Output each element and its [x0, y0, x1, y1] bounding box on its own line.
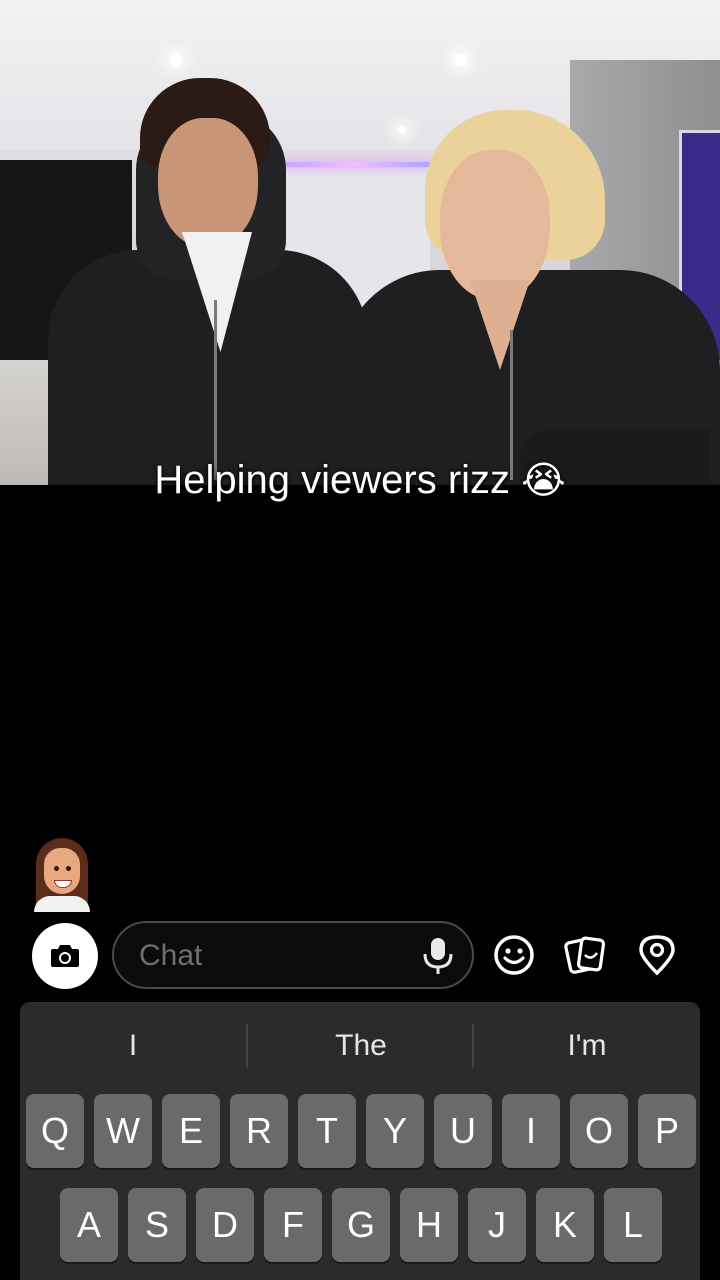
suggestion-item[interactable]: I'm — [474, 1024, 700, 1068]
key-w[interactable]: W — [94, 1094, 152, 1168]
loudly-crying-emoji-icon: 😭 — [521, 460, 566, 502]
key-o[interactable]: O — [570, 1094, 628, 1168]
led-strip — [280, 162, 430, 167]
stickers-icon[interactable] — [563, 933, 607, 977]
suggestion-item[interactable]: The — [248, 1024, 474, 1068]
snap-chat-screen: Helping viewers rizz 😭 Chat I The I'm Q … — [0, 0, 720, 1280]
key-y[interactable]: Y — [366, 1094, 424, 1168]
key-d[interactable]: D — [196, 1188, 254, 1262]
video-frame[interactable] — [0, 0, 720, 485]
key-s[interactable]: S — [128, 1188, 186, 1262]
chat-input[interactable]: Chat — [112, 921, 474, 989]
location-pin-icon[interactable] — [635, 933, 679, 977]
smiley-icon[interactable] — [492, 933, 536, 977]
caption-text: Helping viewers rizz — [154, 458, 511, 502]
key-i[interactable]: I — [502, 1094, 560, 1168]
key-h[interactable]: H — [400, 1188, 458, 1262]
key-j[interactable]: J — [468, 1188, 526, 1262]
key-k[interactable]: K — [536, 1188, 594, 1262]
key-g[interactable]: G — [332, 1188, 390, 1262]
key-u[interactable]: U — [434, 1094, 492, 1168]
key-p[interactable]: P — [638, 1094, 696, 1168]
ceiling-light — [398, 126, 406, 134]
ceiling-light — [455, 54, 467, 66]
key-q[interactable]: Q — [26, 1094, 84, 1168]
suggestion-item[interactable]: I — [20, 1024, 246, 1068]
key-t[interactable]: T — [298, 1094, 356, 1168]
key-r[interactable]: R — [230, 1094, 288, 1168]
key-l[interactable]: L — [604, 1188, 662, 1262]
ceiling-light — [170, 54, 182, 66]
camera-button[interactable] — [32, 923, 98, 989]
key-f[interactable]: F — [264, 1188, 322, 1262]
video-caption: Helping viewers rizz 😭 — [0, 452, 720, 509]
bitmoji-avatar[interactable] — [30, 838, 94, 912]
suggestion-bar: I The I'm — [20, 1002, 700, 1088]
camera-icon — [51, 945, 79, 967]
keyboard: I The I'm Q W E R T Y U I O P A S D F G … — [20, 1002, 700, 1280]
key-a[interactable]: A — [60, 1188, 118, 1262]
chat-placeholder: Chat — [139, 939, 203, 972]
key-e[interactable]: E — [162, 1094, 220, 1168]
microphone-icon[interactable] — [420, 936, 456, 976]
